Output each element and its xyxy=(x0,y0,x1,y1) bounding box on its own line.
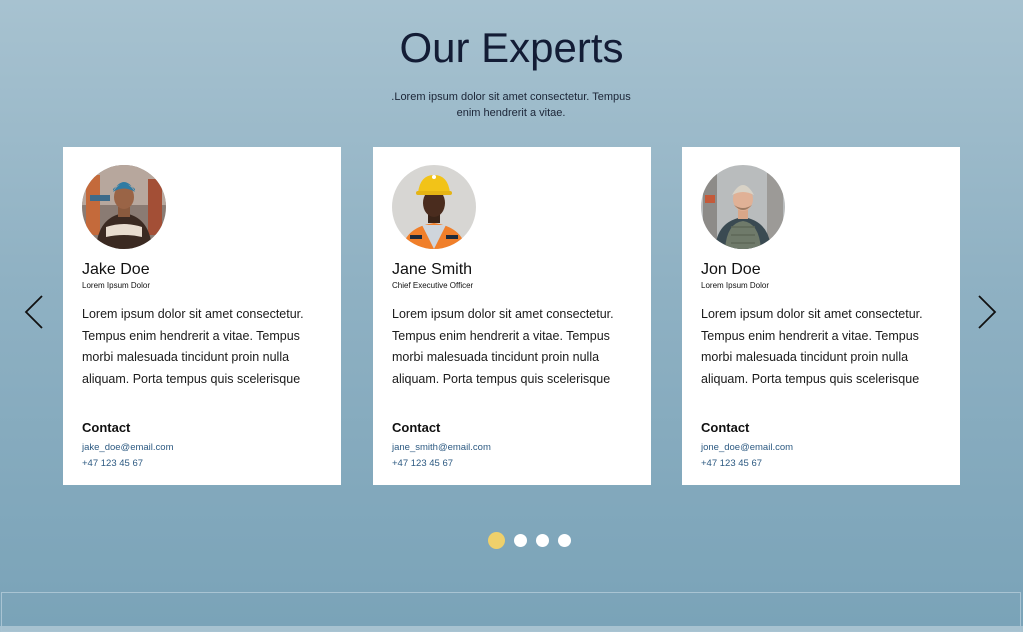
avatar xyxy=(82,165,166,249)
contact-heading: Contact xyxy=(82,420,131,435)
email-link[interactable]: jone_doe@email.com xyxy=(701,441,793,454)
carousel-dot-1[interactable] xyxy=(488,531,505,549)
expert-bio: Lorem ipsum dolor sit amet consectetur. … xyxy=(701,307,923,386)
section-title: Our Experts xyxy=(399,24,624,71)
avatar xyxy=(392,165,476,249)
carousel-pagination xyxy=(488,531,571,549)
expert-card-jake-doe: Jake Doe Lorem Ipsum Dolor Lorem ipsum d… xyxy=(63,147,341,485)
email-link[interactable]: jake_doe@email.com xyxy=(82,441,174,454)
phone-number[interactable]: +47 123 45 67 xyxy=(701,457,762,470)
avatar xyxy=(701,165,785,249)
phone-number[interactable]: +47 123 45 67 xyxy=(392,457,453,470)
expert-bio: Lorem ipsum dolor sit amet consectetur. … xyxy=(392,307,614,386)
expert-bio: Lorem ipsum dolor sit amet consectetur. … xyxy=(82,307,304,386)
expert-role: Lorem Ipsum Dolor xyxy=(701,281,770,290)
expert-name: Jane Smith xyxy=(392,261,473,278)
expert-name: Jon Doe xyxy=(701,261,761,278)
carousel-dot-4[interactable] xyxy=(558,533,571,547)
section-subtitle: .Lorem ipsum dolor sit amet consectetur.… xyxy=(391,91,631,119)
footer-section xyxy=(1,592,1021,632)
chevron-right-icon[interactable] xyxy=(975,293,999,331)
expert-card-jon-doe: Jon Doe Lorem Ipsum Dolor Lorem ipsum do… xyxy=(682,147,960,485)
email-link[interactable]: jane_smith@email.com xyxy=(392,441,491,454)
carousel-dot-2[interactable] xyxy=(514,533,527,547)
carousel-dot-3[interactable] xyxy=(536,533,549,547)
expert-role: Chief Executive Officer xyxy=(392,281,474,290)
expert-card-jane-smith: Jane Smith Chief Executive Officer Lorem… xyxy=(373,147,651,485)
contact-heading: Contact xyxy=(701,420,750,435)
expert-name: Jake Doe xyxy=(82,261,150,278)
expert-role: Lorem Ipsum Dolor xyxy=(82,281,151,290)
contact-heading: Contact xyxy=(392,420,441,435)
phone-number[interactable]: +47 123 45 67 xyxy=(82,457,143,470)
chevron-left-icon[interactable] xyxy=(22,293,46,331)
